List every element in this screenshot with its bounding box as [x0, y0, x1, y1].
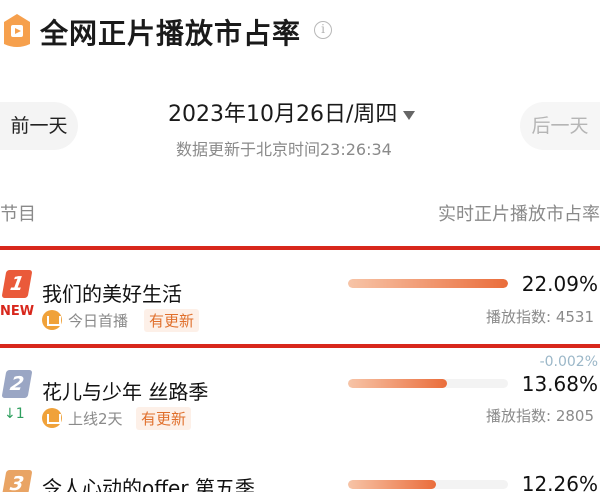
- rank-badge: 3: [1, 470, 33, 492]
- share-value: 12.26%: [521, 472, 598, 492]
- play-index: 播放指数: 4531: [486, 308, 594, 326]
- date-selector[interactable]: 2023年10月26日/周四: [168, 96, 416, 128]
- platform-icon: [42, 310, 62, 330]
- update-time-text: 数据更新于北京时间23:26:34: [176, 140, 392, 159]
- air-status: 上线2天: [68, 410, 123, 428]
- air-status: 今日首播: [68, 312, 129, 330]
- show-title[interactable]: 我们的美好生活: [42, 278, 182, 307]
- rank-change: ↓1: [4, 406, 25, 422]
- update-tag: 有更新: [144, 309, 200, 332]
- share-bar: [348, 480, 508, 489]
- table-row[interactable]: -0.002% 2 ↓1 花儿与少年 丝路季 上线2天 有更新 13.68% 播…: [0, 350, 600, 450]
- table-row[interactable]: 3 令人心动的offer 第五季 12.26%: [0, 458, 600, 492]
- date-label: 2023年10月26日/周四: [168, 102, 398, 127]
- next-day-button[interactable]: 后一天: [520, 102, 600, 150]
- column-header-show: 节目: [0, 204, 36, 225]
- share-bar-fill: [348, 379, 448, 388]
- share-bar-fill: [348, 279, 508, 288]
- share-bar: [348, 279, 508, 288]
- page-title: 全网正片播放市占率: [40, 17, 302, 50]
- app-logo-icon: [4, 14, 30, 47]
- new-badge: NEW: [0, 304, 35, 319]
- share-bar: [348, 379, 508, 388]
- share-delta: -0.002%: [539, 354, 598, 370]
- caret-down-icon: [403, 110, 416, 120]
- show-title[interactable]: 花儿与少年 丝路季: [42, 376, 208, 405]
- show-title[interactable]: 令人心动的offer 第五季: [42, 472, 255, 492]
- share-bar-fill: [348, 480, 436, 489]
- prev-day-button[interactable]: 前一天: [0, 102, 78, 150]
- share-value: 13.68%: [521, 372, 598, 396]
- column-header-share: 实时正片播放市占率: [438, 204, 600, 225]
- table-row[interactable]: 1 NEW 我们的美好生活 今日首播 有更新 22.09% 播放指数: 4531: [0, 246, 600, 348]
- page-header: 全网正片播放市占率 i: [0, 0, 600, 64]
- update-tag: 有更新: [136, 407, 192, 430]
- rank-badge: 2: [1, 370, 33, 398]
- platform-icon: [42, 408, 62, 428]
- rank-badge: 1: [1, 270, 33, 298]
- info-circle-icon[interactable]: i: [314, 21, 332, 39]
- date-navigation: 前一天 2023年10月26日/周四 数据更新于北京时间23:26:34 后一天: [0, 84, 600, 164]
- table-header: 节目 实时正片播放市占率: [0, 196, 600, 232]
- share-value: 22.09%: [521, 272, 598, 296]
- play-index: 播放指数: 2805: [486, 407, 594, 425]
